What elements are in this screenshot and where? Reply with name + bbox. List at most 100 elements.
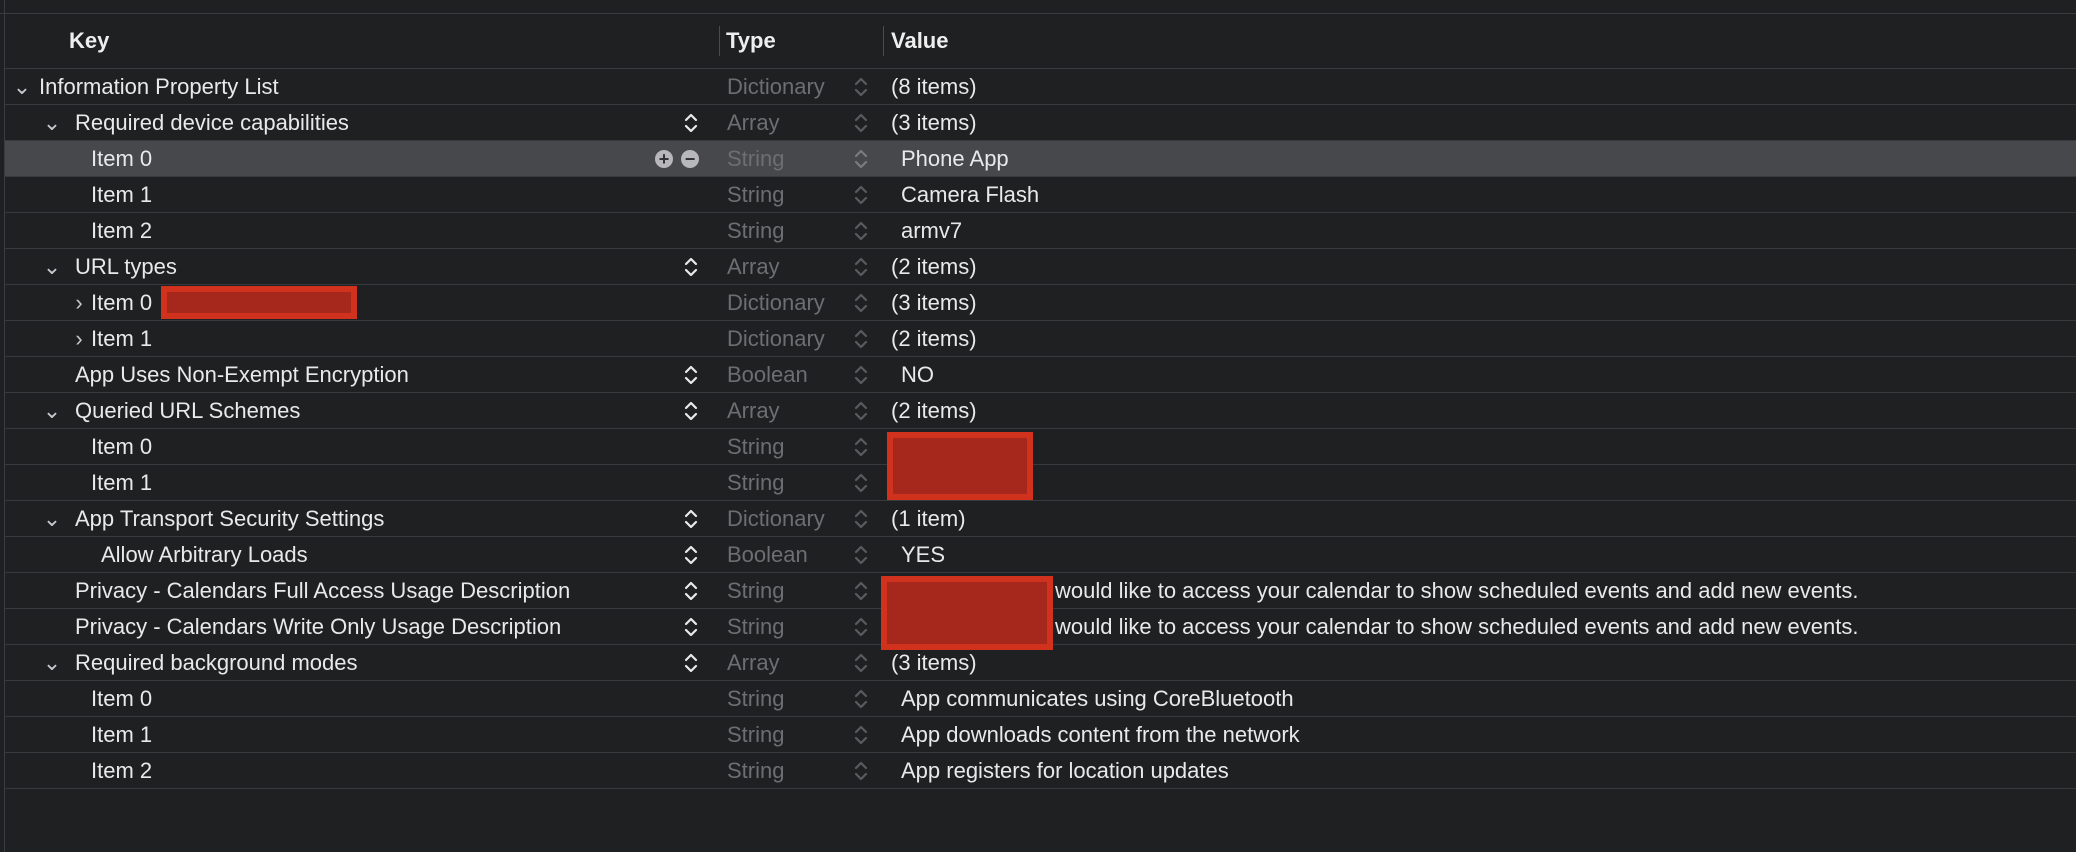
type-stepper-icon[interactable] [853,256,869,278]
redaction-box [161,286,357,319]
table-row[interactable]: ⌄ App Transport Security Settings Dictio… [5,501,2076,537]
type-stepper-icon[interactable] [853,76,869,98]
table-row[interactable]: App Uses Non-Exempt Encryption Boolean N… [5,357,2076,393]
row-type[interactable]: Dictionary [727,501,825,536]
table-row[interactable]: › Item 1 Dictionary (2 items) [5,321,2076,357]
column-type-header[interactable]: Type [726,28,776,54]
table-row[interactable]: Item 1 String App downloads content from… [5,717,2076,753]
key-stepper-icon[interactable] [683,364,699,386]
row-type[interactable]: Array [727,393,780,428]
table-row[interactable]: Privacy - Calendars Full Access Usage De… [5,573,2076,650]
row-type[interactable]: String [727,213,784,248]
type-stepper-icon[interactable] [853,616,869,638]
row-value[interactable]: App communicates using CoreBluetooth [901,681,1294,716]
row-type[interactable]: Boolean [727,537,808,572]
row-value[interactable]: App registers for location updates [901,753,1229,788]
row-value[interactable]: YES [901,537,945,572]
type-stepper-icon[interactable] [853,724,869,746]
key-stepper-icon[interactable] [683,400,699,422]
type-stepper-icon[interactable] [853,544,869,566]
table-row[interactable]: ⌄ Required background modes Array (3 ite… [5,645,2076,681]
table-row-selected[interactable]: Item 0 + − String Phone App [5,141,2076,177]
type-stepper-icon[interactable] [853,688,869,710]
row-type[interactable]: Boolean [727,357,808,392]
row-value[interactable]: (2 items) [891,249,977,284]
row-value[interactable]: (1 item) [891,501,966,536]
chevron-down-icon[interactable]: ⌄ [41,249,63,284]
table-row[interactable]: ⌄ URL types Array (2 items) [5,249,2076,285]
row-value[interactable]: would like to access your calendar to sh… [1055,573,1858,608]
row-type[interactable]: String [727,681,784,716]
chevron-down-icon[interactable]: ⌄ [11,69,33,104]
row-value[interactable]: (2 items) [891,321,977,356]
type-stepper-icon[interactable] [853,148,869,170]
type-stepper-icon[interactable] [853,184,869,206]
row-value[interactable]: (3 items) [891,645,977,680]
row-value[interactable]: (3 items) [891,105,977,140]
row-type[interactable]: String [727,573,784,608]
type-stepper-icon[interactable] [853,292,869,314]
type-stepper-icon[interactable] [853,508,869,530]
table-row[interactable]: › Item 0 Dictionary (3 items) [5,285,2076,321]
key-stepper-icon[interactable] [683,580,699,602]
table-row[interactable]: Item 1 String [5,465,2076,501]
row-type[interactable]: Array [727,105,780,140]
row-type[interactable]: String [727,753,784,788]
table-row[interactable]: Item 2 String armv7 [5,213,2076,249]
table-row[interactable]: ⌄ Queried URL Schemes Array (2 items) [5,393,2076,429]
column-key-header[interactable]: Key [69,28,109,54]
table-row[interactable]: Item 0 String [5,429,2076,500]
chevron-down-icon[interactable]: ⌄ [41,393,63,428]
row-value[interactable]: NO [901,357,934,392]
key-stepper-icon[interactable] [683,616,699,638]
row-value[interactable]: Phone App [901,141,1009,176]
table-row[interactable]: Item 1 String Camera Flash [5,177,2076,213]
row-value[interactable]: Camera Flash [901,177,1039,212]
row-type[interactable]: Dictionary [727,321,825,356]
chevron-down-icon[interactable]: ⌄ [41,645,63,680]
type-stepper-icon[interactable] [853,652,869,674]
row-type[interactable]: Dictionary [727,69,825,104]
type-stepper-icon[interactable] [853,472,869,494]
row-type[interactable]: String [727,609,784,644]
row-type[interactable]: String [727,429,784,464]
table-row[interactable]: ⌄ Required device capabilities Array (3 … [5,105,2076,141]
table-row[interactable]: Item 0 String App communicates using Cor… [5,681,2076,717]
table-row[interactable]: Item 2 String App registers for location… [5,753,2076,789]
row-value[interactable]: (3 items) [891,285,977,320]
chevron-down-icon[interactable]: ⌄ [41,501,63,536]
key-stepper-icon[interactable] [683,652,699,674]
table-row[interactable]: ⌄ Information Property List Dictionary (… [5,69,2076,105]
type-stepper-icon[interactable] [853,400,869,422]
add-item-icon[interactable]: + [655,150,673,168]
type-stepper-icon[interactable] [853,580,869,602]
key-stepper-icon[interactable] [683,256,699,278]
type-stepper-icon[interactable] [853,220,869,242]
type-stepper-icon[interactable] [853,436,869,458]
key-stepper-icon[interactable] [683,508,699,530]
row-value[interactable]: would like to access your calendar to sh… [1055,609,1858,644]
type-stepper-icon[interactable] [853,760,869,782]
type-stepper-icon[interactable] [853,112,869,134]
key-stepper-icon[interactable] [683,544,699,566]
type-stepper-icon[interactable] [853,328,869,350]
remove-item-icon[interactable]: − [681,150,699,168]
row-value[interactable]: (8 items) [891,69,977,104]
row-value[interactable]: App downloads content from the network [901,717,1300,752]
row-value[interactable]: armv7 [901,213,962,248]
chevron-down-icon[interactable]: ⌄ [41,105,63,140]
type-stepper-icon[interactable] [853,364,869,386]
chevron-right-icon[interactable]: › [68,321,90,356]
column-value-header[interactable]: Value [891,28,948,54]
row-type[interactable]: String [727,465,784,500]
row-type[interactable]: Dictionary [727,285,825,320]
table-row[interactable]: Allow Arbitrary Loads Boolean YES [5,537,2076,573]
row-type[interactable]: String [727,717,784,752]
row-type[interactable]: Array [727,249,780,284]
row-type[interactable]: Array [727,645,780,680]
row-value[interactable]: (2 items) [891,393,977,428]
row-type[interactable]: String [727,141,784,176]
row-type[interactable]: String [727,177,784,212]
chevron-right-icon[interactable]: › [68,285,90,320]
key-stepper-icon[interactable] [683,112,699,134]
